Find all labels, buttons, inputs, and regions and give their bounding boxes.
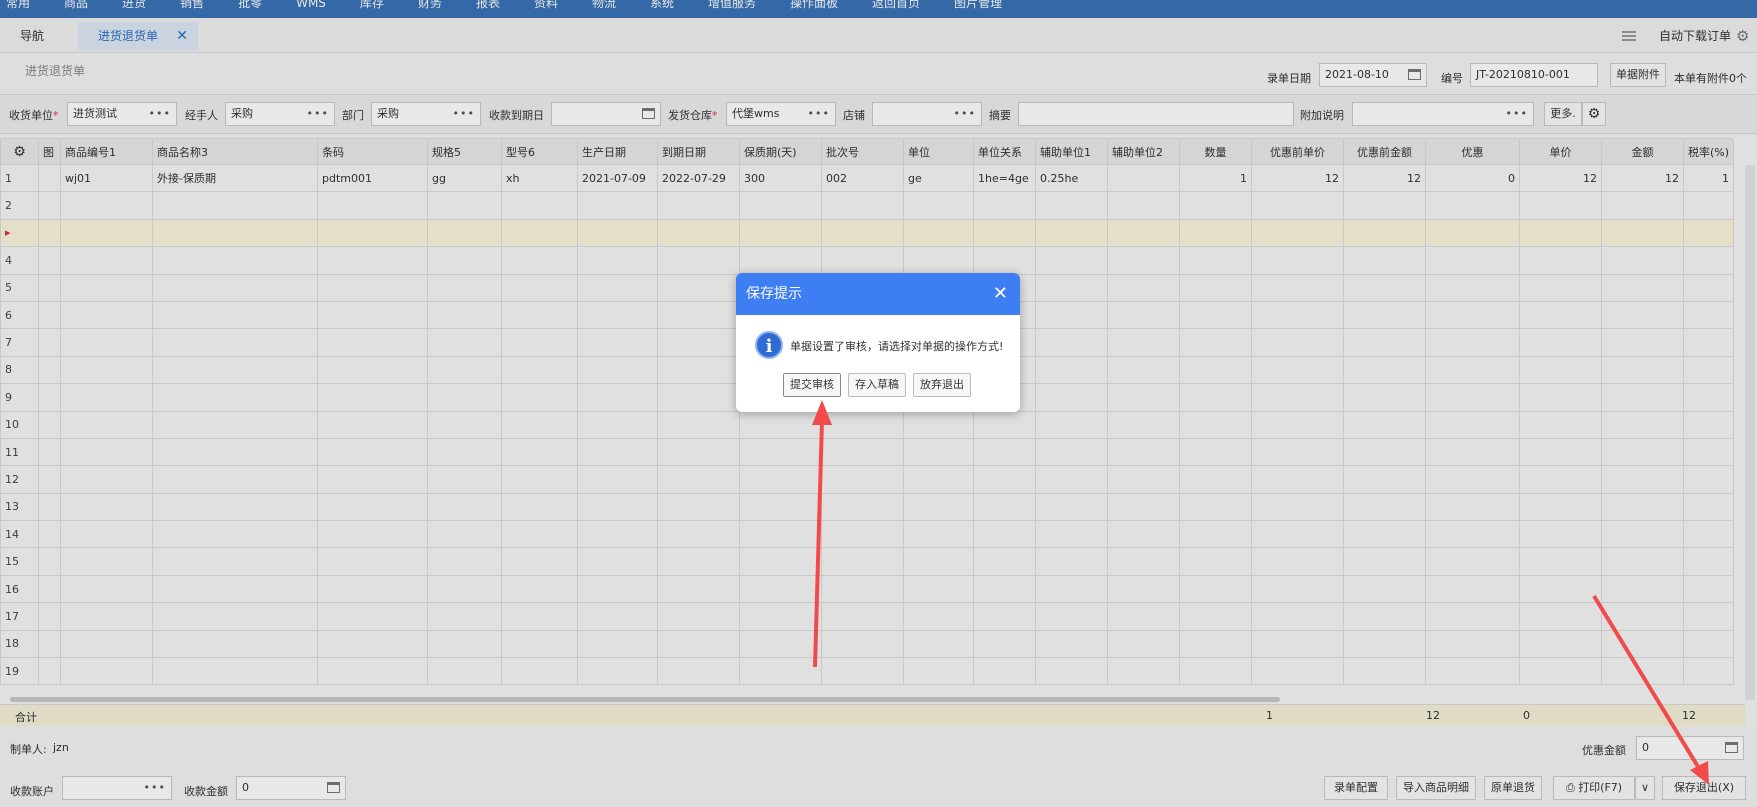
arrow-to-submit-button bbox=[812, 400, 832, 668]
arrow-to-save-exit-button bbox=[1592, 594, 1709, 785]
annotation-arrows bbox=[812, 400, 1709, 785]
